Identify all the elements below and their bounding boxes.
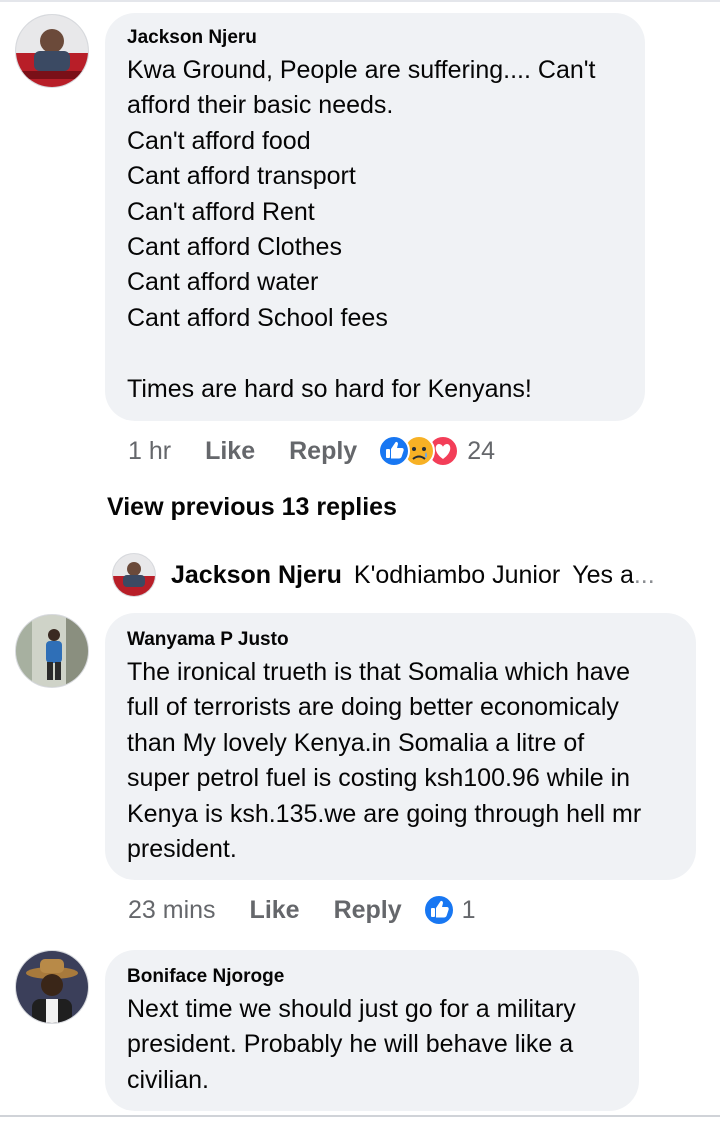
reactions-summary[interactable] bbox=[377, 434, 461, 468]
avatar[interactable] bbox=[15, 14, 89, 88]
comment-line: Times are hard so hard for Kenyans! bbox=[127, 374, 532, 403]
comment-line: Can't afford Rent bbox=[127, 197, 315, 226]
comment-text: Next time we should just go for a milita… bbox=[127, 992, 617, 1098]
reply-button[interactable]: Reply bbox=[334, 896, 402, 925]
comment-time[interactable]: 23 mins bbox=[128, 896, 216, 925]
comment-actions: 1 hr Like Reply 24 bbox=[128, 434, 495, 468]
like-icon bbox=[422, 894, 455, 926]
comment-bubble[interactable]: Jackson Njeru Kwa Ground, People are suf… bbox=[105, 13, 645, 421]
reply-button[interactable]: Reply bbox=[289, 437, 357, 466]
comment-line: civilian. bbox=[127, 1065, 209, 1094]
comment-line: Kwa Ground, People are suffering.... Can… bbox=[127, 56, 596, 84]
reply-ellipsis: ... bbox=[633, 560, 655, 589]
comment-line: afford their basic needs. bbox=[127, 91, 394, 120]
avatar[interactable] bbox=[15, 950, 89, 1024]
reaction-icons bbox=[378, 435, 460, 467]
avatar-image bbox=[16, 951, 88, 1023]
comment-text: The ironical trueth is that Somalia whic… bbox=[127, 655, 674, 867]
reaction-count[interactable]: 1 bbox=[462, 896, 476, 925]
comment-line: president. Probably he will behave like … bbox=[127, 1030, 574, 1059]
avatar-image bbox=[16, 615, 88, 687]
like-button[interactable]: Like bbox=[205, 437, 255, 466]
reply-preview[interactable]: Jackson Njeru K'odhiambo Junior Yes a... bbox=[112, 548, 655, 602]
view-previous-replies-link[interactable]: View previous 13 replies bbox=[107, 493, 397, 522]
comment-text: Kwa Ground, People are suffering.... Can… bbox=[127, 53, 623, 407]
comment-line: full of terrorists are doing better econ… bbox=[127, 693, 619, 722]
comment-line: Cant afford transport bbox=[127, 162, 356, 191]
reply-author[interactable]: Jackson Njeru bbox=[171, 561, 342, 590]
reaction-count[interactable]: 24 bbox=[467, 437, 495, 466]
comment-line: Kenya is ksh.135.we are going through he… bbox=[127, 799, 642, 828]
like-icon bbox=[378, 435, 411, 467]
reply-mention[interactable]: K'odhiambo Junior bbox=[354, 561, 560, 590]
avatar[interactable] bbox=[15, 614, 89, 688]
comment-bubble[interactable]: Boniface Njoroge Next time we should jus… bbox=[105, 950, 639, 1111]
avatar-image bbox=[16, 15, 88, 87]
comment-author[interactable]: Jackson Njeru bbox=[127, 27, 623, 49]
comment-line: Cant afford water bbox=[127, 268, 319, 297]
comment-line: Next time we should just go for a milita… bbox=[127, 995, 576, 1023]
reactions-summary[interactable] bbox=[422, 893, 456, 927]
comment-author[interactable]: Boniface Njoroge bbox=[127, 966, 617, 988]
comment-line bbox=[127, 336, 623, 371]
comment-line: president. bbox=[127, 835, 237, 864]
comment-line: super petrol fuel is costing ksh100.96 w… bbox=[127, 764, 631, 793]
comment-line: Cant afford Clothes bbox=[127, 233, 342, 262]
comment-line: The ironical trueth is that Somalia whic… bbox=[127, 658, 631, 686]
bottom-divider bbox=[0, 1115, 720, 1117]
avatar-image bbox=[113, 554, 155, 596]
top-divider bbox=[0, 0, 720, 2]
like-button[interactable]: Like bbox=[250, 896, 300, 925]
comment-line: than My lovely Kenya.in Somalia a litre … bbox=[127, 728, 585, 757]
comment-time[interactable]: 1 hr bbox=[128, 437, 171, 466]
avatar bbox=[112, 553, 156, 597]
comment-bubble[interactable]: Wanyama P Justo The ironical trueth is t… bbox=[105, 613, 696, 880]
comment-author[interactable]: Wanyama P Justo bbox=[127, 629, 674, 651]
comment-actions: 23 mins Like Reply 1 bbox=[128, 893, 476, 927]
reply-text: Yes a bbox=[572, 560, 634, 589]
reaction-icons bbox=[422, 894, 455, 926]
comment-line: Can't afford food bbox=[127, 126, 311, 155]
comment-line: Cant afford School fees bbox=[127, 303, 388, 332]
